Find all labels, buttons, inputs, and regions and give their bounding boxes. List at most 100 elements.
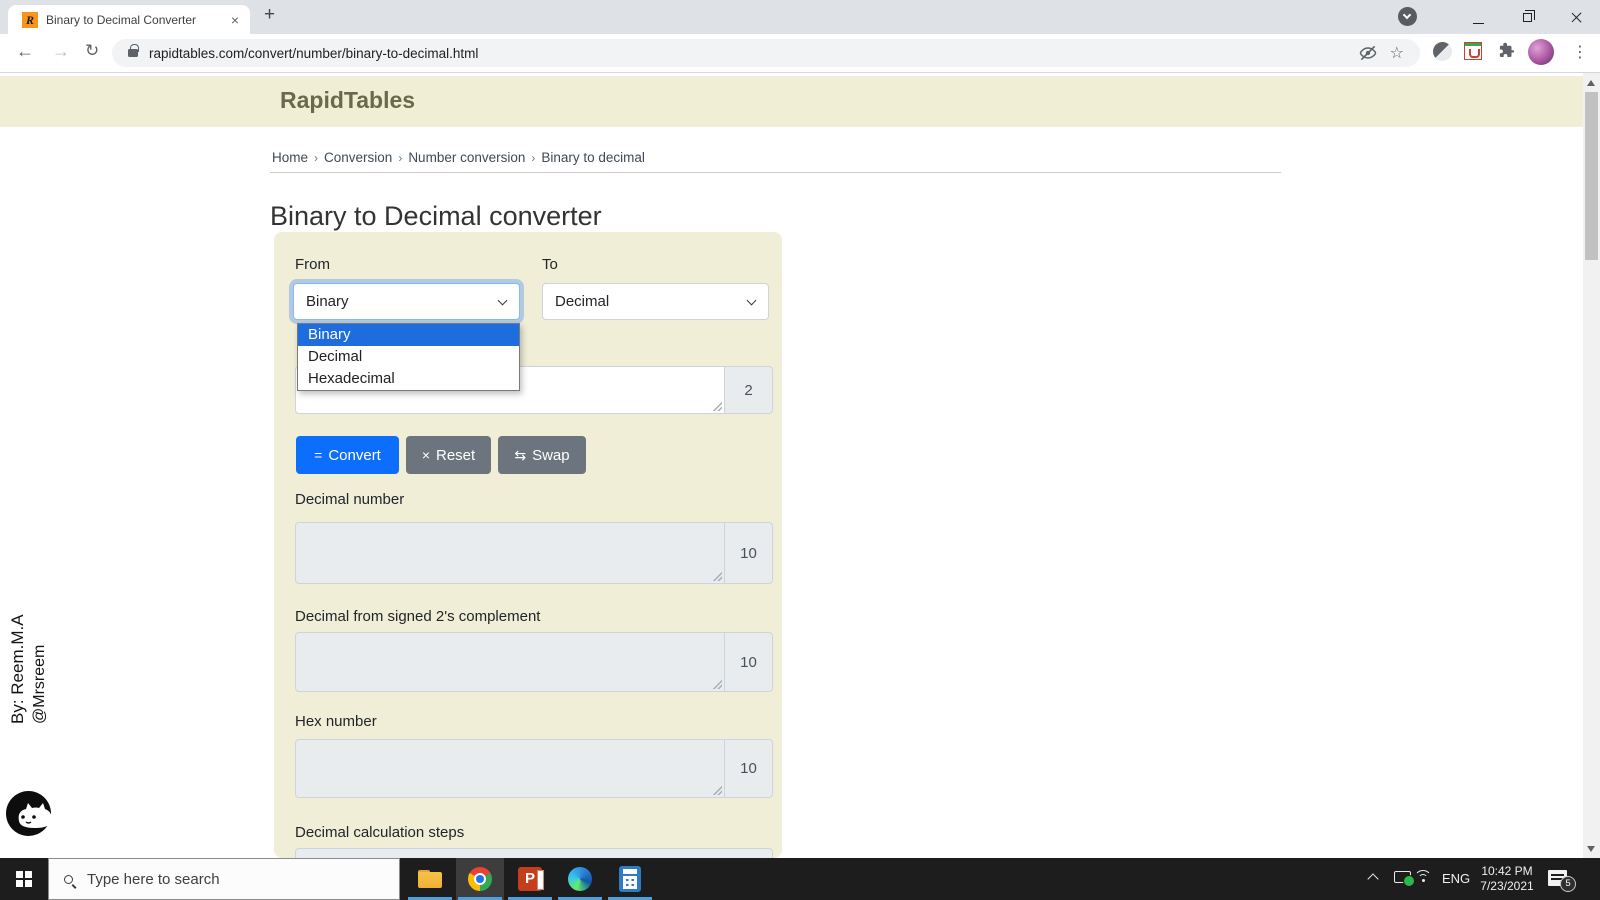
hex-base-suffix: 10	[725, 739, 773, 798]
resize-grip-icon[interactable]	[712, 401, 722, 411]
signed-complement-base-suffix: 10	[725, 632, 773, 692]
powerpoint-icon: P	[518, 867, 544, 891]
taskbar-search-box[interactable]: Type here to search	[48, 858, 400, 900]
decimal-number-label: Decimal number	[295, 491, 405, 508]
window-minimize-button[interactable]	[1473, 23, 1484, 24]
forward-icon[interactable]: →	[52, 41, 70, 62]
taskbar-clock[interactable]: 10:42 PM 7/23/2021	[1472, 864, 1542, 894]
dropdown-option-decimal[interactable]: Decimal	[298, 346, 519, 368]
reload-icon[interactable]: ↻	[85, 41, 99, 61]
divider	[270, 172, 1281, 173]
from-select[interactable]: Binary	[293, 283, 520, 320]
browser-tab-bar: R Binary to Decimal Converter × +	[0, 0, 1600, 34]
file-explorer-icon	[418, 870, 442, 888]
to-select[interactable]: Decimal	[542, 283, 769, 320]
hex-number-label: Hex number	[295, 713, 377, 730]
breadcrumb-separator: ›	[398, 151, 403, 165]
windows-logo-icon	[16, 871, 32, 887]
page-scrollbar[interactable]	[1583, 73, 1600, 858]
x-icon: ×	[421, 447, 430, 463]
wifi-icon[interactable]	[1414, 870, 1434, 886]
convert-button[interactable]: = Convert	[296, 436, 399, 474]
signed-complement-output[interactable]	[295, 632, 725, 692]
reset-button[interactable]: × Reset	[406, 436, 491, 474]
extension-shield-icon[interactable]	[1464, 42, 1482, 60]
from-label: From	[295, 256, 330, 273]
calculator-icon	[619, 866, 641, 892]
browser-menu-icon[interactable]: ⋮	[1572, 42, 1588, 62]
eye-off-icon[interactable]	[1358, 43, 1378, 63]
watermark-author: By: Reem.M.A	[8, 614, 27, 724]
resize-grip-icon[interactable]	[712, 785, 722, 795]
page-title: Binary to Decimal converter	[270, 201, 602, 232]
back-icon[interactable]: ←	[16, 41, 34, 62]
taskbar-edge[interactable]	[556, 858, 604, 900]
site-logo[interactable]: RapidTables	[280, 87, 415, 114]
cat-logo-icon	[6, 791, 52, 836]
breadcrumb-separator: ›	[531, 151, 536, 165]
taskbar-chrome[interactable]	[456, 858, 504, 900]
resize-grip-icon[interactable]	[712, 679, 722, 689]
language-indicator[interactable]: ENG	[1442, 871, 1470, 886]
window-close-button[interactable]	[1570, 11, 1583, 24]
to-label: To	[542, 256, 558, 273]
chevron-down-icon	[497, 295, 508, 306]
tray-show-hidden-icons[interactable]	[1367, 873, 1379, 885]
converter-panel: From Binary To Decimal Binary Decimal He…	[274, 232, 782, 858]
chrome-update-icon[interactable]	[1398, 7, 1417, 26]
profile-avatar[interactable]	[1528, 39, 1554, 65]
new-tab-button[interactable]: +	[264, 4, 275, 26]
search-placeholder: Type here to search	[87, 870, 220, 888]
url-text[interactable]: rapidtables.com/convert/number/binary-to…	[149, 46, 1358, 61]
reset-button-label: Reset	[436, 446, 476, 464]
extension-icon-1[interactable]	[1433, 42, 1452, 61]
tab-close-icon[interactable]: ×	[229, 13, 241, 27]
taskbar-powerpoint[interactable]: P	[506, 858, 554, 900]
decimal-base-suffix: 10	[725, 522, 773, 584]
dropdown-option-binary[interactable]: Binary	[298, 324, 519, 346]
decimal-number-field: 10	[295, 522, 773, 584]
taskbar-calculator[interactable]	[606, 858, 654, 900]
window-restore-button[interactable]	[1523, 10, 1535, 22]
extensions-puzzle-icon[interactable]	[1498, 42, 1516, 60]
clock-time: 10:42 PM	[1481, 864, 1533, 878]
equals-icon: =	[314, 447, 323, 463]
convert-button-label: Convert	[328, 446, 381, 464]
from-select-dropdown: Binary Decimal Hexadecimal	[297, 323, 520, 391]
binary-base-suffix: 2	[725, 366, 773, 414]
calculation-steps-label: Decimal calculation steps	[295, 824, 465, 841]
resize-grip-icon[interactable]	[712, 571, 722, 581]
taskbar-file-explorer[interactable]	[406, 858, 454, 900]
chevron-down-icon	[746, 295, 757, 306]
calculation-steps-output[interactable]	[295, 848, 773, 858]
from-select-value: Binary	[306, 293, 349, 310]
signed-complement-field: 10	[295, 632, 773, 692]
swap-icon: ⇆	[514, 446, 527, 463]
dropdown-option-hexadecimal[interactable]: Hexadecimal	[298, 368, 519, 390]
page-content: RapidTables Home › Conversion › Number conve…	[0, 73, 1583, 858]
search-icon	[64, 874, 73, 884]
start-button[interactable]	[0, 858, 48, 900]
https-lock-icon[interactable]	[128, 44, 139, 57]
converter-buttons: = Convert × Reset ⇆ Swap	[296, 436, 586, 474]
browser-tab[interactable]: R Binary to Decimal Converter ×	[8, 5, 250, 34]
site-header-band: RapidTables	[0, 76, 1583, 127]
url-bar[interactable]: rapidtables.com/convert/number/binary-to…	[112, 39, 1420, 67]
scroll-down-arrow-icon[interactable]	[1587, 846, 1595, 852]
decimal-number-output[interactable]	[295, 522, 725, 584]
notification-badge[interactable]: 5	[1560, 876, 1576, 892]
safely-remove-hardware-icon[interactable]	[1394, 871, 1415, 887]
watermark-handle: @Mrsreem	[31, 644, 48, 724]
hex-number-output[interactable]	[295, 739, 725, 798]
breadcrumb-number-conversion[interactable]: Number conversion	[408, 150, 525, 165]
to-select-value: Decimal	[555, 293, 610, 310]
scrollbar-thumb[interactable]	[1585, 92, 1598, 260]
swap-button[interactable]: ⇆ Swap	[498, 436, 586, 474]
rapidtables-favicon: R	[22, 11, 38, 28]
calculation-steps-field	[295, 848, 773, 858]
scroll-up-arrow-icon[interactable]	[1587, 80, 1595, 86]
breadcrumb-conversion[interactable]: Conversion	[324, 150, 392, 165]
breadcrumb-home[interactable]: Home	[272, 150, 308, 165]
watermark-text: By: Reem.M.A @Mrsreem	[8, 584, 52, 724]
bookmark-star-icon[interactable]: ☆	[1390, 43, 1404, 63]
